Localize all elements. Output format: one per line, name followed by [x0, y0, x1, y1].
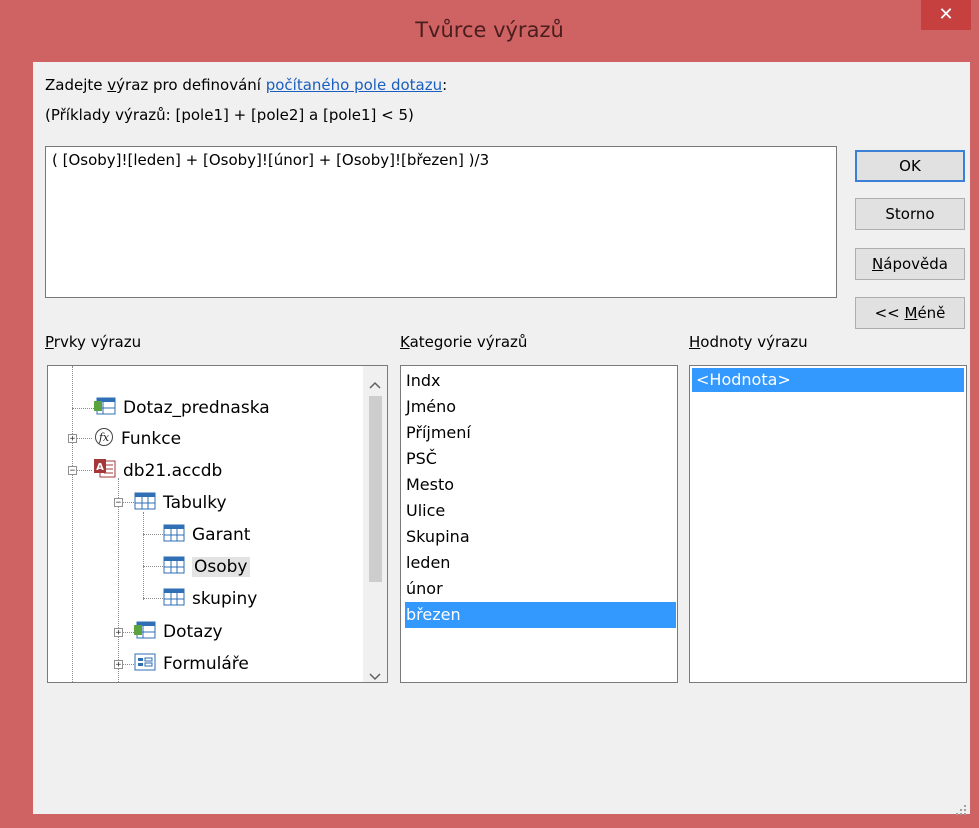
query-icon — [134, 621, 156, 644]
categories-label: Kategorie výrazů — [400, 333, 528, 351]
expression-categories-list[interactable]: Indx Jméno Příjmení PSČ Mesto Ulice Skup… — [400, 365, 678, 683]
scroll-thumb[interactable] — [369, 396, 382, 582]
tree-item-query[interactable]: Dotaz_prednaska — [94, 396, 270, 420]
tree-item-database[interactable]: A db21.accdb — [94, 458, 222, 484]
close-button[interactable]: ✕ — [921, 0, 971, 30]
help-button[interactable]: Nápověda — [855, 248, 965, 280]
ok-button[interactable]: OK — [855, 150, 965, 182]
scroll-up-icon[interactable] — [369, 374, 381, 393]
list-item[interactable]: Skupina — [405, 524, 470, 550]
list-item[interactable]: Příjmení — [405, 420, 471, 446]
list-item[interactable]: PSČ — [405, 446, 437, 472]
calculated-field-link[interactable]: počítaného pole dotazu — [266, 76, 442, 94]
list-item-selected[interactable]: <Hodnota> — [692, 368, 964, 392]
access-db-icon: A — [94, 458, 116, 484]
list-item[interactable]: únor — [405, 576, 443, 602]
collapse-tables-toggle[interactable]: − — [114, 498, 123, 508]
table-icon — [163, 588, 185, 611]
expression-values-list[interactable]: <Hodnota> — [689, 365, 967, 683]
svg-text:A: A — [96, 462, 104, 473]
dialog-window: Tvůrce výrazů ✕ Zadejte výraz pro defino… — [0, 0, 979, 828]
list-item[interactable]: leden — [405, 550, 450, 576]
query-icon — [94, 397, 116, 420]
expand-forms-toggle[interactable]: + — [114, 660, 123, 670]
collapse-db-toggle[interactable]: − — [68, 466, 77, 476]
tree-scrollbar[interactable] — [363, 366, 387, 682]
list-item[interactable]: Indx — [405, 368, 440, 394]
title-bar[interactable]: Tvůrce výrazů ✕ — [0, 0, 979, 62]
list-item[interactable]: Mesto — [405, 472, 454, 498]
tree-item-queries[interactable]: Dotazy — [134, 620, 223, 644]
list-item-selected[interactable]: březen — [405, 602, 676, 628]
values-label: Hodnoty výrazu — [689, 333, 808, 351]
tree-item-table-osoby[interactable]: Osoby — [163, 555, 250, 579]
table-icon — [163, 524, 185, 547]
expand-queries-toggle[interactable]: + — [114, 628, 123, 638]
list-item[interactable]: Jméno — [405, 394, 456, 420]
table-icon — [134, 492, 156, 515]
elements-label: Prvky výrazu — [45, 333, 142, 351]
tree-item-table-skupiny[interactable]: skupiny — [163, 587, 257, 611]
tree-item-forms[interactable]: Formuláře — [134, 652, 249, 676]
list-item[interactable]: Ulice — [405, 498, 445, 524]
tree-item-table-garant[interactable]: Garant — [163, 523, 250, 547]
expression-elements-tree[interactable]: + − − + + Dotaz_prednaska fx Funkce A db… — [47, 365, 388, 683]
resize-grip-icon[interactable] — [956, 800, 966, 815]
svg-text:fx: fx — [98, 431, 110, 444]
cancel-button[interactable]: Storno — [855, 198, 965, 230]
close-icon: ✕ — [938, 4, 954, 25]
function-icon: fx — [94, 427, 114, 452]
expand-funkce-toggle[interactable]: + — [68, 434, 77, 444]
examples-label: (Příklady výrazů: [pole1] + [pole2] a [p… — [45, 106, 414, 124]
tree-item-functions[interactable]: fx Funkce — [94, 427, 181, 451]
scroll-down-icon[interactable] — [369, 666, 381, 682]
window-title: Tvůrce výrazů — [415, 18, 564, 42]
form-icon — [134, 653, 156, 676]
instruction-label: Zadejte výraz pro definování počítaného … — [45, 76, 448, 94]
tree-item-tables[interactable]: Tabulky — [134, 491, 227, 515]
less-button[interactable]: << Méně — [855, 297, 965, 329]
dialog-client-area: Zadejte výraz pro definování počítaného … — [33, 62, 970, 815]
table-icon — [163, 556, 185, 579]
expression-input[interactable]: ( [Osoby]![leden] + [Osoby]![únor] + [Os… — [45, 146, 837, 298]
